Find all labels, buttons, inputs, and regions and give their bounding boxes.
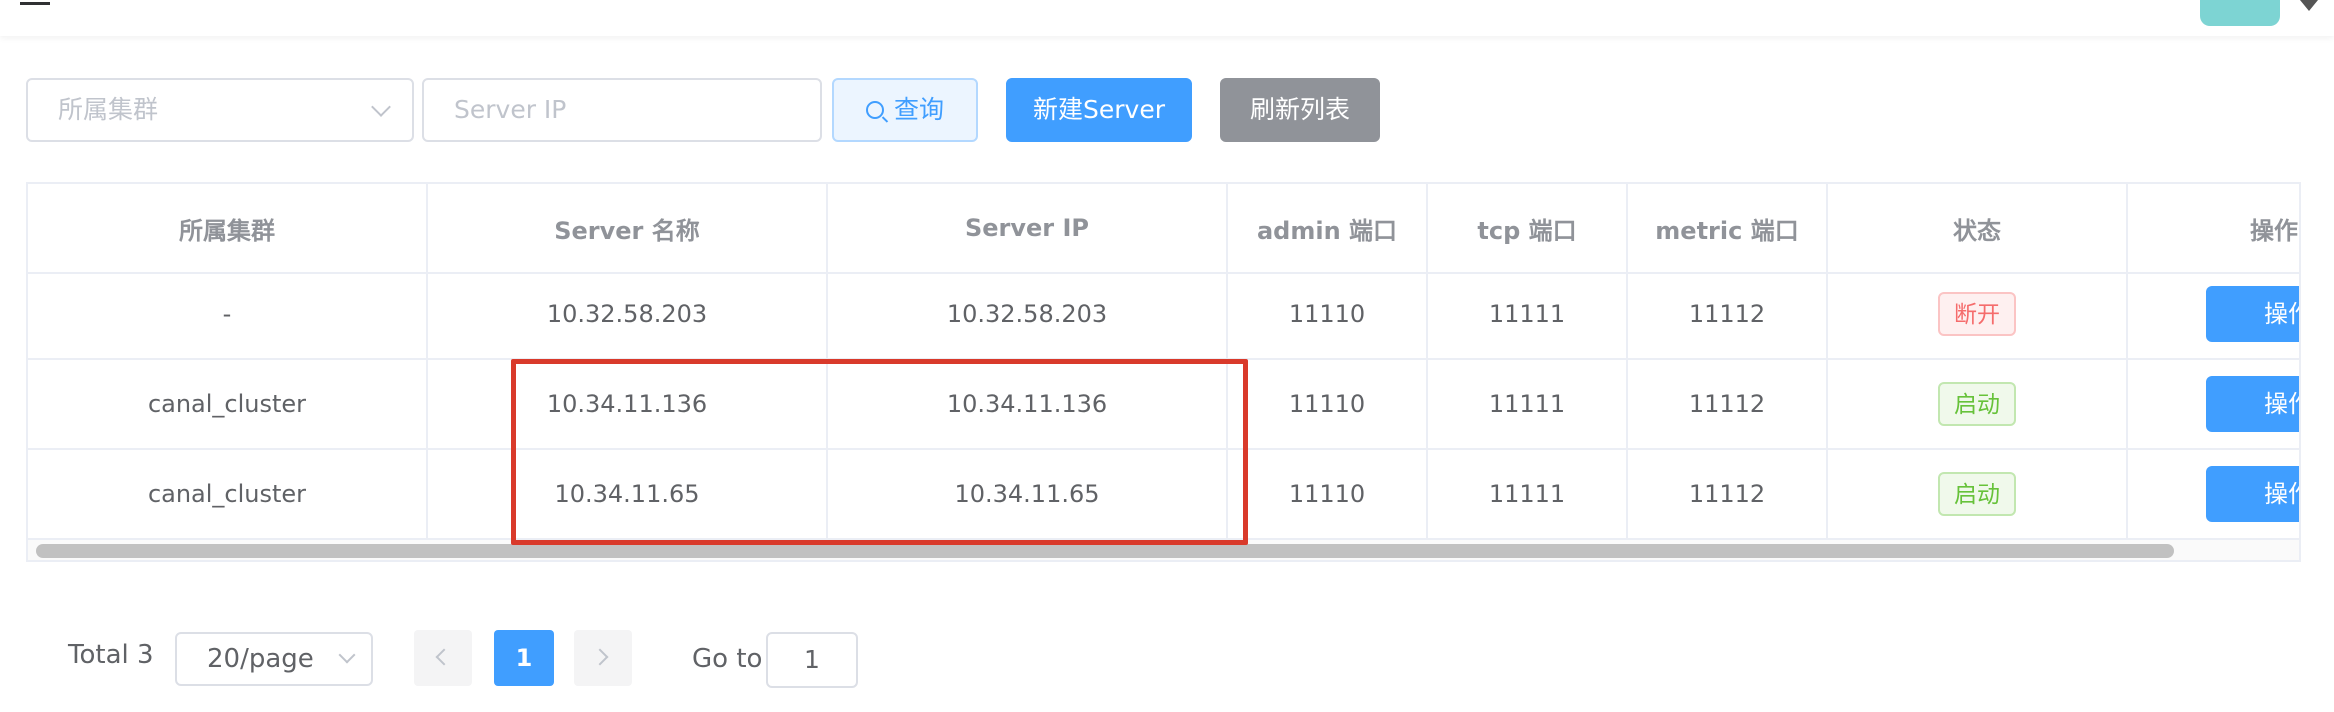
refresh-list-button-label: 刷新列表 <box>1249 95 1350 124</box>
refresh-list-button[interactable]: 刷新列表 <box>1220 78 1380 142</box>
action-button[interactable]: 操作 <box>2206 376 2299 432</box>
cluster-select[interactable]: 所属集群 <box>26 78 414 142</box>
cell-cluster: canal_cluster <box>28 450 428 538</box>
cell-admin-port: 11110 <box>1228 360 1428 448</box>
scrollbar-thumb[interactable] <box>36 544 2174 558</box>
query-button-label: 查询 <box>893 95 944 124</box>
menu-toggle-icon[interactable] <box>20 0 50 5</box>
chevron-left-icon <box>435 648 453 666</box>
cell-cluster: canal_cluster <box>28 360 428 448</box>
action-button[interactable]: 操作 <box>2206 466 2299 522</box>
prev-page-button[interactable] <box>414 630 472 686</box>
cell-admin-port: 11110 <box>1228 270 1428 358</box>
goto-page-input[interactable]: 1 <box>766 632 858 688</box>
chevron-right-icon <box>591 648 609 666</box>
cell-tcp-port: 11111 <box>1428 450 1628 538</box>
header-status[interactable]: 状态 <box>1828 184 2128 272</box>
top-navbar <box>0 0 2334 36</box>
status-badge: 启动 <box>1938 382 2016 426</box>
table-row: - 10.32.58.203 10.32.58.203 11110 11111 … <box>28 270 2299 360</box>
page-size-value: 20/page <box>207 644 314 674</box>
header-server-ip[interactable]: Server IP <box>828 184 1228 272</box>
action-button[interactable]: 操作 <box>2206 286 2299 342</box>
query-button[interactable]: 查询 <box>832 78 978 142</box>
highlight-annotation-box <box>511 359 1248 545</box>
header-cluster[interactable]: 所属集群 <box>28 184 428 272</box>
page-number-current[interactable]: 1 <box>494 630 554 686</box>
chevron-down-icon <box>338 646 356 664</box>
table-header-row: 所属集群 Server 名称 Server IP admin 端口 tcp 端口… <box>28 184 2299 274</box>
header-metric-port[interactable]: metric 端口 <box>1628 184 1828 272</box>
cell-status: 断开 <box>1828 270 2128 358</box>
header-tcp-port[interactable]: tcp 端口 <box>1428 184 1628 272</box>
header-server-name[interactable]: Server 名称 <box>428 184 828 272</box>
new-server-button[interactable]: 新建Server <box>1006 78 1192 142</box>
cell-metric-port: 11112 <box>1628 450 1828 538</box>
pagination-total: Total 3 <box>68 640 154 670</box>
page-size-select[interactable]: 20/page <box>175 632 373 686</box>
new-server-button-label: 新建Server <box>1033 95 1165 124</box>
user-avatar[interactable] <box>2200 0 2280 26</box>
server-ip-input[interactable]: Server IP <box>422 78 822 142</box>
goto-label: Go to <box>692 644 763 674</box>
search-icon <box>865 101 884 119</box>
next-page-button[interactable] <box>574 630 632 686</box>
cell-status: 启动 <box>1828 450 2128 538</box>
cell-tcp-port: 11111 <box>1428 270 1628 358</box>
header-admin-port[interactable]: admin 端口 <box>1228 184 1428 272</box>
status-badge: 启动 <box>1938 472 2016 516</box>
cell-metric-port: 11112 <box>1628 270 1828 358</box>
cell-cluster: - <box>28 270 428 358</box>
status-badge: 断开 <box>1938 292 2016 336</box>
chevron-down-icon <box>371 97 391 117</box>
cell-metric-port: 11112 <box>1628 360 1828 448</box>
cell-server-name: 10.32.58.203 <box>428 270 828 358</box>
cell-status: 启动 <box>1828 360 2128 448</box>
cell-tcp-port: 11111 <box>1428 360 1628 448</box>
cell-server-ip: 10.32.58.203 <box>828 270 1228 358</box>
caret-down-icon[interactable] <box>2300 0 2318 11</box>
cell-admin-port: 11110 <box>1228 450 1428 538</box>
server-ip-placeholder: Server IP <box>454 95 567 124</box>
cluster-select-placeholder: 所属集群 <box>58 95 159 124</box>
header-action[interactable]: 操作 <box>2128 184 2299 272</box>
